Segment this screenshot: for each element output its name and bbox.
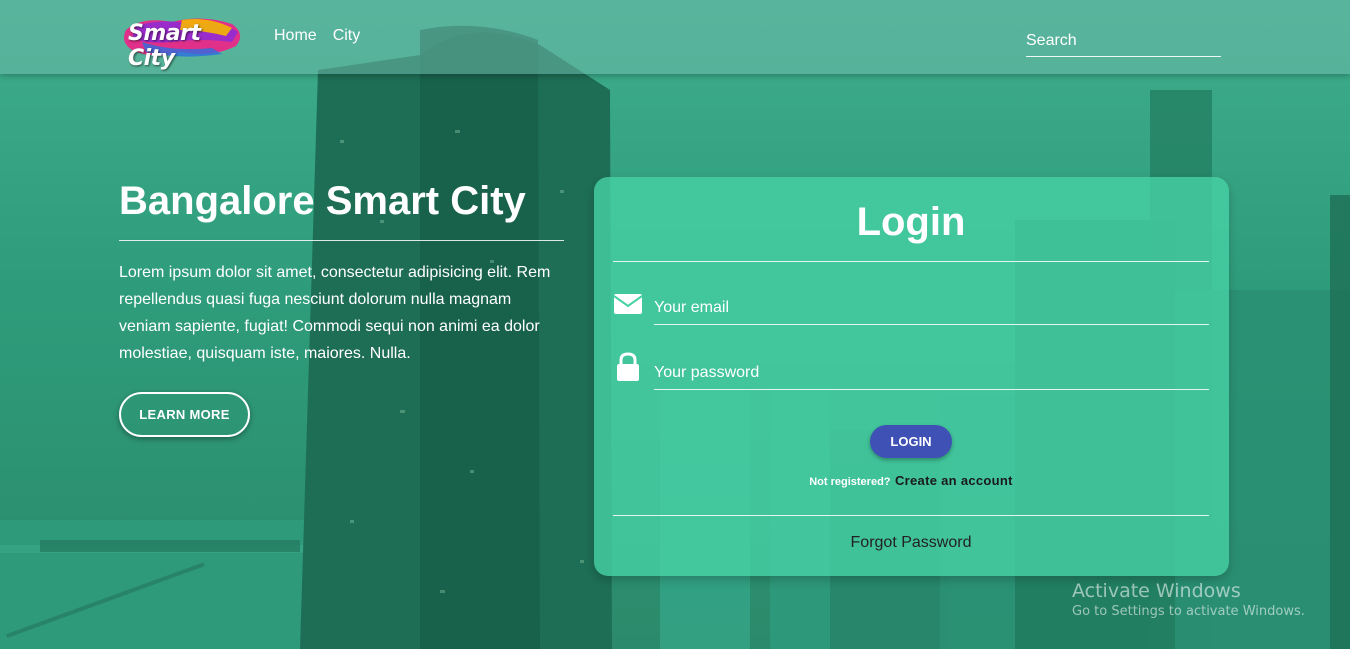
nav-links: Home City — [274, 27, 360, 45]
footer-divider — [613, 515, 1209, 516]
forgot-password-link[interactable]: Forgot Password — [613, 534, 1209, 552]
email-field[interactable] — [654, 293, 1209, 325]
watermark-subtitle: Go to Settings to activate Windows. — [1072, 604, 1305, 619]
password-field[interactable] — [654, 358, 1209, 390]
watermark-title: Activate Windows — [1072, 580, 1241, 602]
create-account-link[interactable]: Create an account — [895, 473, 1013, 488]
learn-more-button[interactable]: LEARN MORE — [119, 392, 250, 437]
login-title: Login — [856, 200, 966, 244]
nav-link-home[interactable]: Home — [274, 27, 317, 45]
login-button[interactable]: LOGIN — [870, 425, 952, 458]
navbar: Smart City Home City — [0, 0, 1350, 74]
envelope-icon — [613, 289, 643, 319]
hero-title: Bangalore Smart City — [119, 178, 564, 241]
title-divider — [613, 261, 1209, 262]
brand-logo[interactable]: Smart City — [122, 12, 246, 71]
lock-icon — [613, 351, 643, 381]
login-card: Login LOGIN Not registered? Create an ac… — [594, 177, 1229, 576]
search-input[interactable] — [1026, 26, 1221, 57]
logo-text: Smart City — [128, 21, 201, 71]
register-prompt: Not registered? — [809, 476, 891, 488]
hero-description: Lorem ipsum dolor sit amet, consectetur … — [119, 264, 551, 362]
nav-link-city[interactable]: City — [333, 27, 361, 45]
hero-section: Bangalore Smart City Lorem ipsum dolor s… — [119, 178, 564, 437]
register-line: Not registered? Create an account — [613, 472, 1209, 490]
activate-windows-watermark: Activate Windows Go to Settings to activ… — [1072, 580, 1305, 619]
